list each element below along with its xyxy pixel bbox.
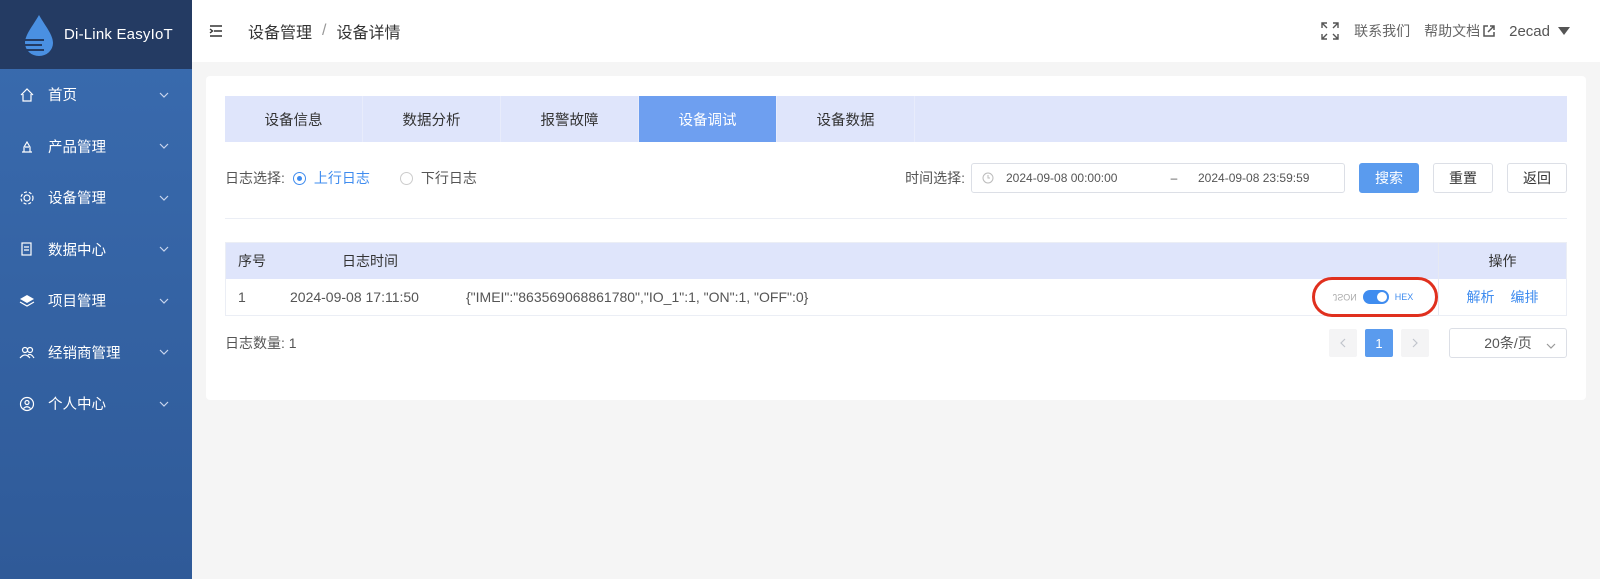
json-hex-toggle[interactable]: [1362, 290, 1389, 304]
switch-label-json: JSON: [1332, 292, 1357, 302]
radio-dot: [399, 171, 413, 185]
chevron-down-icon: [154, 92, 174, 98]
breadcrumb-item-device-management[interactable]: 设备管理: [248, 19, 312, 43]
breadcrumb-item-device-detail: 设备详情: [336, 25, 401, 42]
device-gear-icon: [18, 189, 36, 207]
log-table: 序号 日志时间 操作 1 2024-09-08 17:11:50 {"IMEI"…: [225, 242, 1567, 317]
logo[interactable]: Di-Link EasyIoT: [0, 0, 192, 69]
row-content: {"IMEI":"863569068861780","IO_1":1, "ON"…: [466, 289, 809, 305]
log-count: 日志数量: 1: [225, 335, 297, 351]
sidebar-item-personal[interactable]: 个人中心: [0, 378, 192, 430]
breadcrumb-separator: /: [322, 22, 327, 39]
divider: [225, 218, 1567, 219]
device-detail-card: 设备信息 数据分析 报警故障 设备调试 设备数据 日志选择: 上行日志 下行日志…: [206, 76, 1586, 400]
sidebar-item-label: 数据中心: [48, 242, 106, 259]
table-row: 1 2024-09-08 17:11:50 {"IMEI":"863569068…: [226, 277, 1566, 317]
page-size-select[interactable]: 20条/页: [1449, 328, 1567, 358]
sidebar-item-data-center[interactable]: 数据中心: [0, 224, 192, 276]
user-circle-icon: [18, 395, 36, 413]
uplink-log-label: 上行日志: [313, 170, 370, 186]
sidebar-item-home[interactable]: 首页: [0, 69, 192, 121]
col-ops-header: 操作: [1438, 243, 1566, 279]
contact-us-link[interactable]: 联系我们: [1354, 21, 1410, 41]
water-drop-logo-icon: [22, 13, 56, 57]
col-time-header: 日志时间: [342, 253, 398, 269]
sidebar-item-label: 设备管理: [48, 191, 106, 208]
caret-down-icon: [1558, 27, 1570, 35]
chevron-down-icon: [154, 298, 174, 304]
table-header: 序号 日志时间 操作: [226, 243, 1566, 279]
detail-tabs: 设备信息 数据分析 报警故障 设备调试 设备数据: [225, 96, 1567, 142]
sidebar-item-label: 产品管理: [48, 139, 106, 156]
fullscreen-icon[interactable]: [1320, 21, 1340, 41]
time-filter: 时间选择: 2024-09-08 00:00:00 – 2024-09-08 2…: [905, 163, 1567, 193]
row-index: 1: [238, 289, 246, 305]
pagination: 1 20条/页: [1321, 328, 1567, 358]
tab-device-debug[interactable]: 设备调试: [639, 96, 777, 142]
tab-data-analysis[interactable]: 数据分析: [363, 96, 501, 142]
app-name: Di-Link EasyIoT: [64, 26, 173, 43]
external-link-icon: [1483, 25, 1495, 37]
data-icon: [18, 240, 36, 258]
sidebar-item-label: 个人中心: [48, 397, 106, 414]
top-header: 设备管理 / 设备详情 联系我们 帮助文档 2ecad: [192, 0, 1600, 62]
user-menu[interactable]: 2ecad: [1509, 23, 1570, 40]
breadcrumb: 设备管理 / 设备详情: [248, 19, 400, 43]
sidebar-item-project[interactable]: 项目管理: [0, 275, 192, 327]
dealer-icon: [18, 343, 36, 361]
layers-icon: [18, 292, 36, 310]
chevron-down-icon: [1546, 338, 1556, 354]
chevron-down-icon: [154, 195, 174, 201]
back-button[interactable]: 返回: [1507, 163, 1567, 193]
search-button[interactable]: 搜索: [1359, 163, 1419, 193]
chevron-down-icon: [154, 246, 174, 253]
page-size-value: 20条/页: [1484, 335, 1532, 351]
log-select-label: 日志选择:: [225, 170, 285, 186]
sidebar-item-label: 项目管理: [48, 294, 106, 311]
chevron-down-icon: [154, 143, 174, 150]
help-docs-label: 帮助文档: [1424, 23, 1481, 39]
range-separator: –: [1170, 171, 1178, 185]
row-ops: 解析 编排: [1438, 279, 1566, 315]
downlink-log-radio[interactable]: 下行日志: [399, 168, 477, 188]
username: 2ecad: [1509, 22, 1550, 40]
home-icon: [18, 86, 36, 104]
clock-icon: [982, 172, 994, 184]
tab-alarm-fault[interactable]: 报警故障: [501, 96, 639, 142]
tab-device-data[interactable]: 设备数据: [777, 96, 915, 142]
sidebar-menu: 首页 产品管理 设备管理 数据中心 项目管理 经销商管理 个人中心: [0, 69, 192, 430]
menu-toggle-icon[interactable]: [208, 23, 224, 39]
col-index-header: 序号: [238, 253, 266, 269]
table-footer: 日志数量: 1 1 20条/页: [225, 328, 1567, 358]
date-range-picker[interactable]: 2024-09-08 00:00:00 – 2024-09-08 23:59:5…: [971, 163, 1345, 193]
next-page-icon[interactable]: [1401, 329, 1429, 357]
chevron-down-icon: [154, 401, 174, 407]
end-date-input[interactable]: 2024-09-08 23:59:59: [1198, 171, 1309, 185]
tab-device-info[interactable]: 设备信息: [225, 96, 363, 142]
format-switch[interactable]: JSON HEX: [1308, 277, 1438, 317]
radio-dot: [292, 171, 306, 185]
log-filters: 日志选择: 上行日志 下行日志 时间选择: 2024-09-08 00:00:0…: [225, 163, 1567, 193]
row-time: 2024-09-08 17:11:50: [290, 289, 419, 305]
time-select-label: 时间选择:: [905, 170, 965, 186]
parse-link[interactable]: 解析: [1467, 287, 1495, 307]
sidebar-item-dealer[interactable]: 经销商管理: [0, 327, 192, 379]
header-actions: 联系我们 帮助文档 2ecad: [1306, 21, 1600, 41]
reset-button[interactable]: 重置: [1433, 163, 1493, 193]
format-link[interactable]: 编排: [1511, 287, 1539, 307]
sidebar: Di-Link EasyIoT 首页 产品管理 设备管理 数据中心 项目管理 经…: [0, 0, 192, 579]
product-icon: [18, 137, 36, 155]
downlink-log-label: 下行日志: [420, 170, 477, 186]
sidebar-item-label: 经销商管理: [48, 345, 121, 362]
uplink-log-radio[interactable]: 上行日志: [292, 168, 370, 188]
start-date-input[interactable]: 2024-09-08 00:00:00: [1006, 171, 1156, 185]
sidebar-item-device[interactable]: 设备管理: [0, 172, 192, 224]
page-number[interactable]: 1: [1365, 329, 1393, 357]
chevron-down-icon: [154, 349, 174, 356]
sidebar-item-label: 首页: [48, 88, 77, 105]
prev-page-icon[interactable]: [1329, 329, 1357, 357]
help-docs-link[interactable]: 帮助文档: [1424, 21, 1495, 41]
sidebar-item-product[interactable]: 产品管理: [0, 121, 192, 173]
